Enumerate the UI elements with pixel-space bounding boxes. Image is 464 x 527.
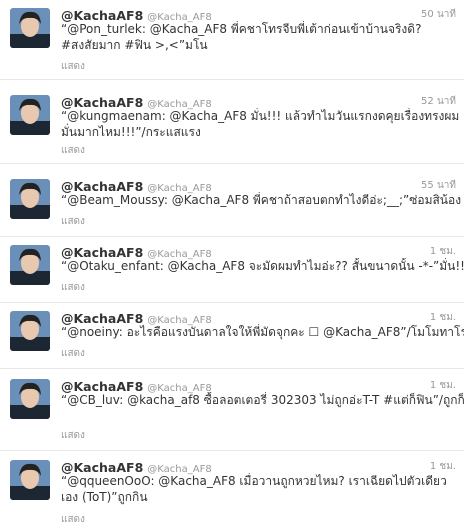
tweet-text: “@qqueenOoO: @Kacha_AF8 เมื่อวานถูกหวยไห…	[61, 474, 447, 504]
show-link[interactable]: แสดง	[61, 280, 85, 295]
tweet-text: “@Pon_turlek: @Kacha_AF8 พี่คชาโทรจีบพี่…	[61, 22, 422, 52]
avatar[interactable]	[10, 179, 50, 219]
avatar[interactable]	[10, 311, 50, 351]
tweet-item[interactable]: @KachaAF8 @Kacha_AF8 1 ชม. “@CB_luv: @kach…	[0, 371, 464, 451]
avatar[interactable]	[10, 245, 50, 285]
tweet-time[interactable]: 1 ชม.	[430, 459, 456, 474]
show-link[interactable]: แสดง	[61, 214, 85, 229]
avatar[interactable]	[10, 379, 50, 419]
tweet-item[interactable]: @KachaAF8 @Kacha_AF8 50 นาที “@Pon_turlek:…	[0, 0, 464, 80]
tweet-time[interactable]: 1 ชม.	[430, 310, 456, 325]
tweet-text: “@noeiny: อะไรคือแรงบันดาลใจให้พี่มัดจุก…	[61, 325, 464, 339]
avatar[interactable]	[10, 95, 50, 135]
tweet-timeline: @KachaAF8 @Kacha_AF8 50 นาที “@Pon_turlek:…	[0, 0, 464, 527]
tweet-time[interactable]: 52 นาที	[421, 94, 456, 109]
avatar[interactable]	[10, 8, 50, 48]
tweet-item[interactable]: @KachaAF8 @Kacha_AF8 55 นาที “@Beam_Moussy…	[0, 171, 464, 237]
avatar[interactable]	[10, 460, 50, 500]
tweet-item[interactable]: @KachaAF8 @Kacha_AF8 1 ชม. “@Otaku_enfant:…	[0, 237, 464, 303]
tweet-text: “@Otaku_enfant: @Kacha_AF8 จะมัดผมทำไมอ่…	[61, 259, 464, 273]
show-link[interactable]: แสดง	[61, 59, 85, 74]
tweet-text: “@Beam_Moussy: @Kacha_AF8 พี่คชาถ้าสอบตก…	[61, 193, 462, 207]
tweet-item[interactable]: @KachaAF8 @Kacha_AF8 1 ชม. “@noeiny: อะไรค…	[0, 303, 464, 369]
show-link[interactable]: แสดง	[61, 512, 85, 527]
tweet-item[interactable]: @KachaAF8 @Kacha_AF8 1 ชม. “@qqueenOoO: @K…	[0, 452, 464, 527]
tweet-time[interactable]: 55 นาที	[421, 178, 456, 193]
tweet-time[interactable]: 1 ชม.	[430, 378, 456, 393]
show-link[interactable]: แสดง	[61, 428, 85, 443]
tweet-time[interactable]: 1 ชม.	[430, 244, 456, 259]
tweet-text: “@CB_luv: @kacha_af8 ซื้อลอตเตอรี่ 30230…	[61, 393, 464, 407]
tweet-time[interactable]: 50 นาที	[421, 7, 456, 22]
show-link[interactable]: แสดง	[61, 346, 85, 361]
tweet-item[interactable]: @KachaAF8 @Kacha_AF8 52 นาที “@kungmaenam:…	[0, 87, 464, 164]
tweet-text: “@kungmaenam: @Kacha_AF8 มั่น!!! แล้วทำไ…	[61, 109, 460, 139]
show-link[interactable]: แสดง	[61, 143, 85, 158]
